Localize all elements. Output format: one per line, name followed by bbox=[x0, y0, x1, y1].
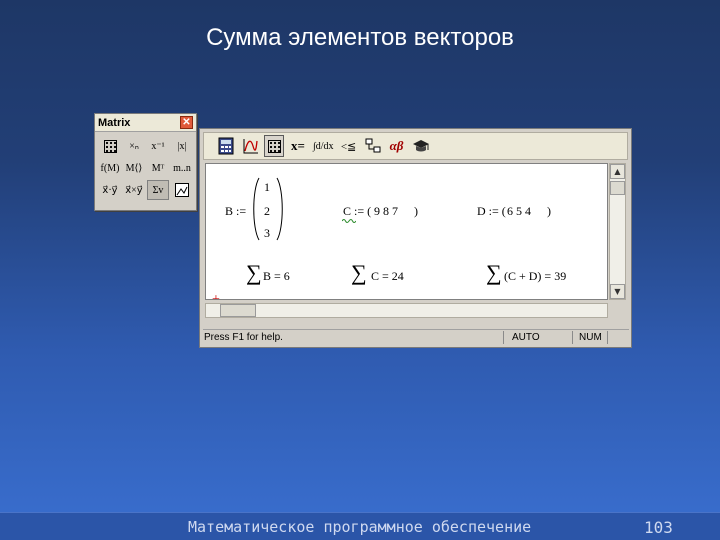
graph-icon bbox=[243, 139, 258, 154]
status-divider bbox=[607, 331, 608, 344]
sum-symbol-c: ∑ bbox=[351, 260, 367, 285]
sum-c-result: C = 24 bbox=[371, 269, 404, 283]
sum-cd-result: (C + D) = 39 bbox=[504, 269, 567, 283]
math-toolbar: x= ∫d/dx <≦ αβ bbox=[203, 132, 628, 160]
vector-sum-button[interactable]: Σv bbox=[147, 180, 169, 200]
sum-symbol-cd: ∑ bbox=[486, 260, 502, 285]
d-definition-label: D := ( bbox=[477, 204, 506, 218]
column-button[interactable]: M⟨⟩ bbox=[123, 158, 145, 178]
palette-title: Matrix bbox=[98, 116, 131, 129]
graduation-cap-icon bbox=[412, 140, 429, 152]
b-definition-label: B := bbox=[225, 204, 247, 218]
worksheet[interactable]: B := 1 2 3 C := ( 9 8 7 ) D := ( 6 5 4 )… bbox=[205, 163, 608, 300]
c-values: 9 8 7 bbox=[374, 204, 398, 218]
d-values: 6 5 4 bbox=[507, 204, 531, 218]
inverse-button[interactable]: x⁻¹ bbox=[147, 136, 169, 156]
d-close-paren: ) bbox=[547, 204, 551, 218]
picture-icon bbox=[175, 183, 189, 197]
range-variable-button[interactable]: m..n bbox=[171, 158, 193, 178]
status-divider bbox=[503, 331, 504, 344]
scroll-up-icon[interactable]: ▲ bbox=[610, 164, 625, 179]
programming-toolbar-button[interactable] bbox=[363, 135, 383, 157]
matrix-icon bbox=[267, 139, 281, 153]
palette-buttons: ×ₙ x⁻¹ |x| f(M) M⟨⟩ Mᵀ m..n x⃗·y⃗ x⃗×y⃗ … bbox=[95, 132, 196, 204]
picture-button[interactable] bbox=[171, 180, 193, 200]
vertical-scrollbar[interactable]: ▲ ▼ bbox=[609, 163, 626, 300]
matrix-grid-icon bbox=[103, 139, 117, 153]
status-num: NUM bbox=[579, 332, 602, 343]
footer-page-number: 103 bbox=[644, 518, 673, 537]
crosshair-cursor: + bbox=[212, 292, 220, 300]
dot-product-button[interactable]: x⃗·y⃗ bbox=[99, 180, 121, 200]
b-element-3: 3 bbox=[264, 226, 270, 240]
cross-product-button[interactable]: x⃗×y⃗ bbox=[123, 180, 145, 200]
palette-titlebar[interactable]: Matrix ✕ bbox=[95, 114, 196, 132]
b-element-2: 2 bbox=[264, 204, 270, 218]
status-help-text: Press F1 for help. bbox=[204, 332, 283, 343]
status-bar: Press F1 for help. AUTO NUM bbox=[203, 329, 629, 345]
c-close-paren: ) bbox=[414, 204, 418, 218]
status-mode: AUTO bbox=[512, 332, 540, 343]
close-icon[interactable]: ✕ bbox=[180, 116, 193, 129]
scroll-down-icon[interactable]: ▼ bbox=[610, 284, 625, 299]
calculator-toolbar-button[interactable] bbox=[216, 135, 236, 157]
matrix-insert-button[interactable] bbox=[99, 136, 121, 156]
subscript-button[interactable]: ×ₙ bbox=[123, 136, 145, 156]
determinant-button[interactable]: |x| bbox=[171, 136, 193, 156]
symbolic-toolbar-button[interactable] bbox=[411, 135, 431, 157]
mathcad-window: x= ∫d/dx <≦ αβ B := 1 2 3 C:= (9 8 7)… bbox=[199, 128, 632, 348]
calculator-icon bbox=[218, 137, 234, 155]
graph-toolbar-button[interactable] bbox=[240, 135, 260, 157]
sum-b-result: B = 6 bbox=[263, 269, 290, 283]
vertical-scroll-thumb[interactable] bbox=[610, 181, 625, 195]
b-element-1: 1 bbox=[264, 180, 270, 194]
greek-toolbar-button[interactable]: αβ bbox=[387, 135, 407, 157]
footer-course-title: Математическое программное обеспечение bbox=[188, 518, 532, 536]
evaluation-toolbar-button[interactable]: x= bbox=[288, 135, 308, 157]
status-divider bbox=[572, 331, 573, 344]
c-definition-label: C := ( bbox=[343, 204, 372, 218]
slide-title: Сумма элементов векторов bbox=[206, 24, 514, 51]
horizontal-scrollbar[interactable] bbox=[205, 303, 608, 318]
matrix-toolbar-button[interactable] bbox=[264, 135, 284, 157]
calculus-toolbar-button[interactable]: ∫d/dx bbox=[312, 135, 335, 157]
sum-symbol-b: ∑ bbox=[246, 260, 262, 285]
vectorize-button[interactable]: f(M) bbox=[99, 158, 121, 178]
horizontal-scroll-thumb[interactable] bbox=[220, 304, 256, 317]
programming-icon bbox=[365, 138, 381, 153]
warning-squiggle bbox=[342, 219, 356, 223]
transpose-button[interactable]: Mᵀ bbox=[147, 158, 169, 178]
matrix-palette: Matrix ✕ ×ₙ x⁻¹ |x| f(M) M⟨⟩ Mᵀ m..n x⃗·… bbox=[94, 113, 197, 211]
boolean-toolbar-button[interactable]: <≦ bbox=[339, 135, 359, 157]
